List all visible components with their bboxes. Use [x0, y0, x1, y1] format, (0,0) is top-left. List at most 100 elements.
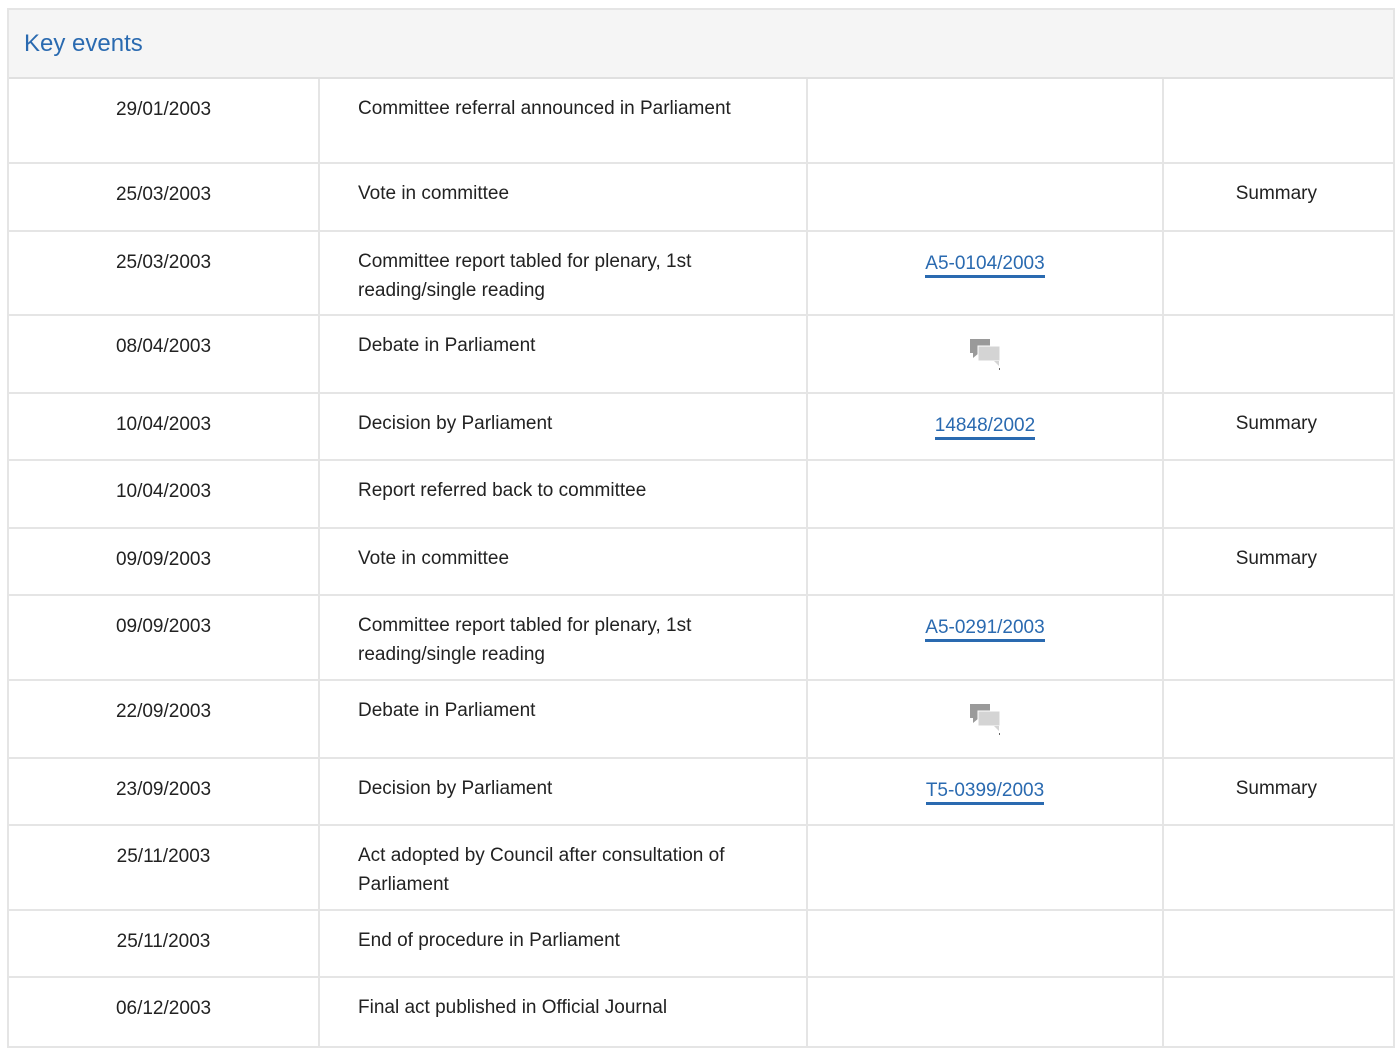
event-row: 25/03/2003 Committee report tabled for pl… [9, 231, 1393, 316]
event-date: 06/12/2003 [115, 998, 212, 1019]
event-reference-cell [807, 910, 1164, 978]
event-date: 22/09/2003 [115, 701, 212, 722]
event-description: Vote in committee [358, 183, 510, 204]
event-date-cell: 10/04/2003 [9, 460, 320, 529]
event-description-cell: Debate in Parliament [319, 315, 808, 394]
event-description: Debate in Parliament [358, 700, 536, 721]
event-description: Committee report tabled for plenary, 1st… [358, 615, 692, 665]
event-description-cell: End of procedure in Parliament [319, 910, 808, 978]
event-date-cell: 29/01/2003 [9, 79, 320, 164]
event-description: Final act published in Official Journal [358, 997, 668, 1018]
key-events-panel: Key events 29/01/2003 Committee referral … [7, 8, 1395, 1048]
event-summary-cell: Summary [1163, 163, 1393, 232]
event-date-cell: 22/09/2003 [9, 680, 320, 759]
event-summary-cell [1163, 910, 1393, 978]
event-summary-cell [1163, 825, 1393, 911]
summary-label[interactable]: Summary [1236, 164, 1393, 208]
event-summary-cell [1163, 680, 1393, 759]
event-date-cell: 09/09/2003 [9, 595, 320, 681]
panel-title: Key events [24, 29, 143, 57]
event-date: 25/11/2003 [116, 931, 211, 952]
event-date-cell: 09/09/2003 [9, 528, 320, 596]
event-reference-cell [807, 528, 1164, 596]
event-date: 10/04/2003 [115, 481, 212, 502]
event-row: 09/09/2003 Vote in committee Summary [9, 528, 1393, 596]
event-description: Report referred back to committee [358, 480, 647, 501]
event-date: 10/04/2003 [115, 414, 212, 435]
document-reference-link[interactable]: T5-0399/2003 [925, 780, 1045, 805]
event-row: 10/04/2003 Report referred back to commit… [9, 460, 1393, 529]
event-date: 25/03/2003 [115, 252, 212, 273]
event-date-cell: 08/04/2003 [9, 315, 320, 394]
event-reference-cell [807, 825, 1164, 911]
event-description-cell: Act adopted by Council after consultatio… [319, 825, 808, 911]
document-reference-link[interactable]: A5-0291/2003 [925, 617, 1045, 642]
event-row: 25/11/2003 End of procedure in Parliament [9, 910, 1393, 978]
event-description-cell: Debate in Parliament [319, 680, 808, 759]
event-reference-cell: T5-0399/2003 [807, 758, 1164, 826]
event-reference-cell [807, 680, 1164, 759]
event-summary-cell: Summary [1163, 393, 1393, 461]
event-description: Debate in Parliament [358, 335, 536, 356]
event-description: Vote in committee [358, 548, 510, 569]
event-row: 09/09/2003 Committee report tabled for pl… [9, 595, 1393, 681]
debate-speech-bubbles-icon[interactable] [968, 701, 1002, 735]
event-description-cell: Report referred back to committee [319, 460, 808, 529]
summary-label[interactable]: Summary [1236, 759, 1393, 803]
event-summary-cell [1163, 315, 1393, 394]
event-reference-cell [807, 163, 1164, 232]
event-row: 22/09/2003 Debate in Parliament [9, 680, 1393, 759]
event-summary-cell [1163, 460, 1393, 529]
event-date-cell: 25/03/2003 [9, 163, 320, 232]
event-row: 25/11/2003 Act adopted by Council after c… [9, 825, 1393, 911]
event-description: Act adopted by Council after consultatio… [358, 845, 725, 895]
event-date: 29/01/2003 [115, 99, 212, 120]
panel-header: Key events [9, 10, 1393, 79]
event-reference-cell [807, 460, 1164, 529]
event-date-cell: 25/11/2003 [9, 910, 320, 978]
key-events-table: 29/01/2003 Committee referral announced i… [9, 79, 1393, 1048]
event-description-cell: Committee report tabled for plenary, 1st… [319, 231, 808, 316]
event-date-cell: 10/04/2003 [9, 393, 320, 461]
event-reference-cell [807, 79, 1164, 164]
event-description: Decision by Parliament [358, 413, 553, 434]
key-events-table-body: 29/01/2003 Committee referral announced i… [9, 79, 1393, 1048]
event-date: 09/09/2003 [115, 616, 212, 637]
event-date: 23/09/2003 [115, 779, 212, 800]
event-date: 08/04/2003 [115, 336, 212, 357]
event-row: 25/03/2003 Vote in committee Summary [9, 163, 1393, 232]
event-description: End of procedure in Parliament [358, 930, 620, 951]
event-row: 08/04/2003 Debate in Parliament [9, 315, 1393, 394]
event-reference-cell [807, 315, 1164, 394]
event-row: 29/01/2003 Committee referral announced i… [9, 79, 1393, 164]
document-reference-link[interactable]: A5-0104/2003 [925, 253, 1045, 278]
summary-label[interactable]: Summary [1236, 529, 1393, 573]
summary-label[interactable]: Summary [1236, 394, 1393, 438]
event-summary-cell [1163, 79, 1393, 164]
event-description: Decision by Parliament [358, 778, 553, 799]
event-summary-cell: Summary [1163, 528, 1393, 596]
event-reference-cell: 14848/2002 [807, 393, 1164, 461]
event-date: 25/03/2003 [115, 184, 212, 205]
event-date-cell: 25/03/2003 [9, 231, 320, 316]
event-description-cell: Vote in committee [319, 163, 808, 232]
event-date: 25/11/2003 [116, 846, 211, 867]
event-description-cell: Decision by Parliament [319, 393, 808, 461]
event-description-cell: Vote in committee [319, 528, 808, 596]
event-date: 09/09/2003 [115, 549, 212, 570]
event-description-cell: Committee referral announced in Parliame… [319, 79, 808, 164]
event-description-cell: Committee report tabled for plenary, 1st… [319, 595, 808, 681]
event-summary-cell [1163, 595, 1393, 681]
event-summary-cell [1163, 231, 1393, 316]
event-summary-cell: Summary [1163, 758, 1393, 826]
document-reference-link[interactable]: 14848/2002 [934, 415, 1036, 440]
event-reference-cell: A5-0291/2003 [807, 595, 1164, 681]
debate-speech-bubbles-icon[interactable] [968, 336, 1002, 370]
event-date-cell: 25/11/2003 [9, 825, 320, 911]
event-description-cell: Decision by Parliament [319, 758, 808, 826]
event-description: Committee report tabled for plenary, 1st… [358, 251, 692, 301]
event-row: 10/04/2003 Decision by Parliament 14848/20… [9, 393, 1393, 461]
event-reference-cell: A5-0104/2003 [807, 231, 1164, 316]
event-date-cell: 23/09/2003 [9, 758, 320, 826]
event-row: 23/09/2003 Decision by Parliament T5-0399/… [9, 758, 1393, 826]
